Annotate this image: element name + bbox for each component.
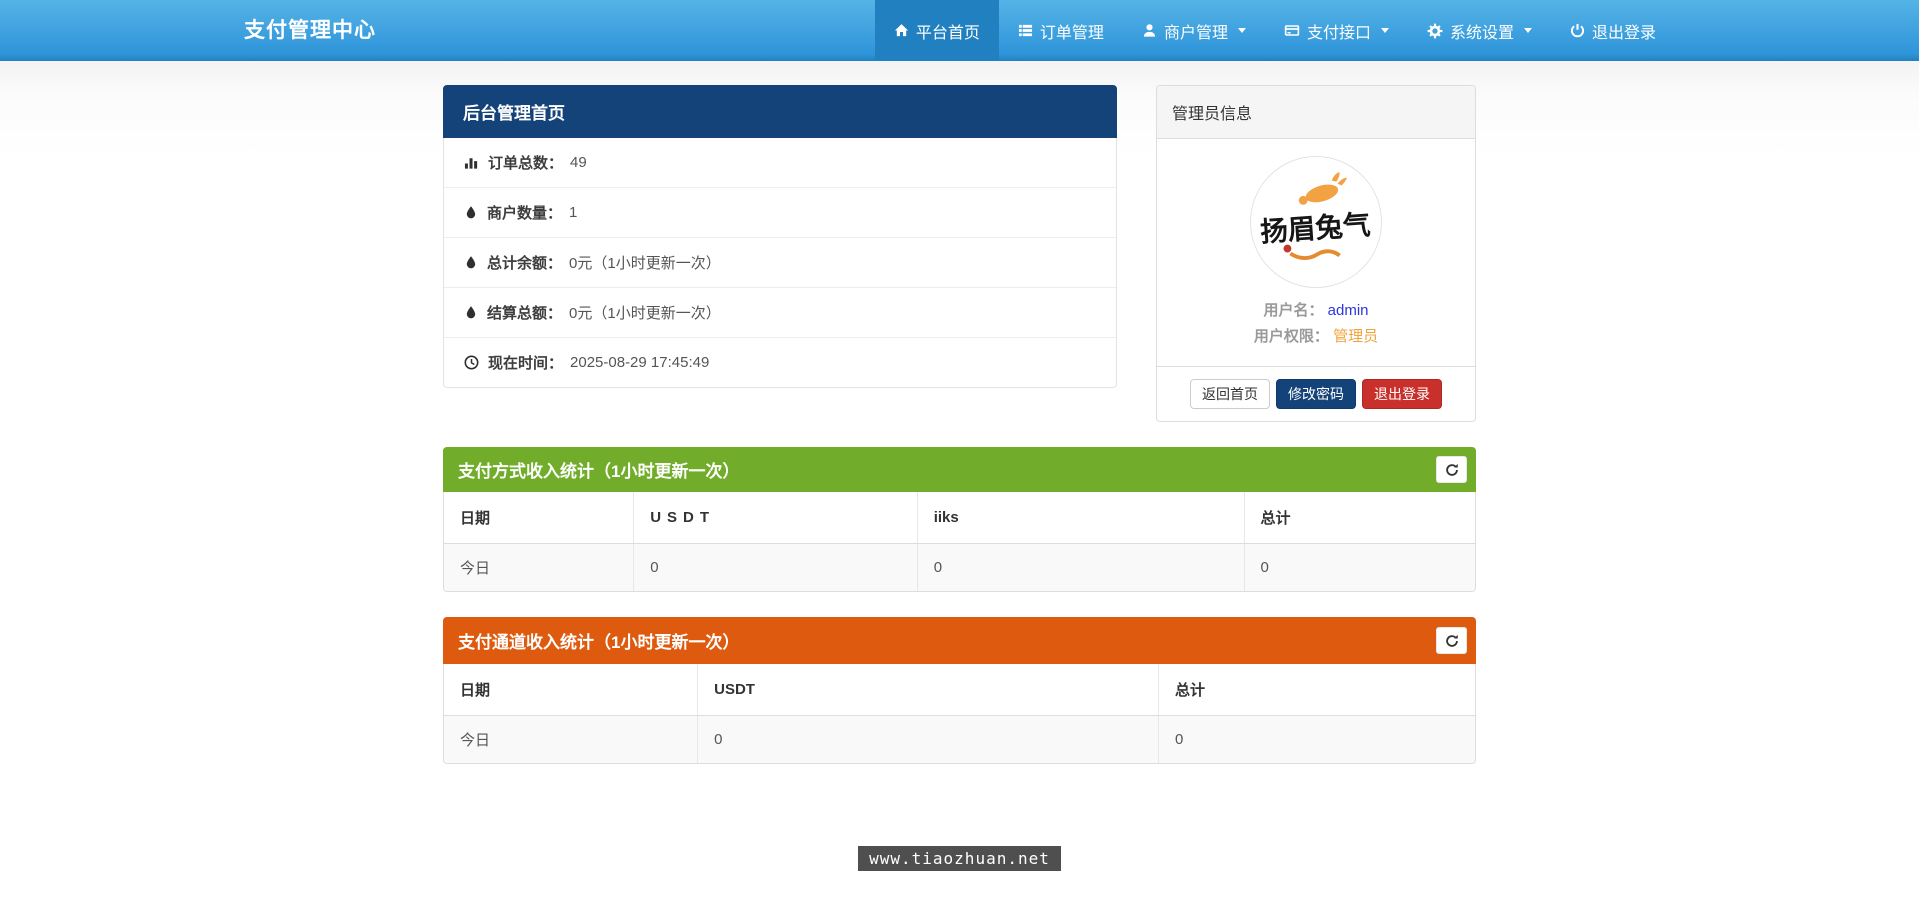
payment-channel-stats-title: 支付通道收入统计（1小时更新一次） [458,633,740,653]
column-header: 日期 [444,492,634,545]
table-cell: 今日 [444,715,698,764]
stat-value: 2025-08-29 17:45:49 [570,354,710,371]
payment-method-stats-title: 支付方式收入统计（1小时更新一次） [458,462,740,482]
navbar-inner: 支付管理中心 平台首页 订单管理 商户管理 支付接口 系统设置 退出登录 [244,0,1675,61]
column-header: iiks [916,492,1245,545]
payment-channel-stats-panel: 支付通道收入统计（1小时更新一次） 日期 USDT 总计 今日 0 0 [443,617,1476,765]
nav-item-label: 退出登录 [1591,24,1656,42]
dashboard-panel: 后台管理首页 订单总数： 49 商户数量： 1 总计余额： 0元（1小时更新一次… [443,85,1117,388]
stat-label: 总计余额： [487,255,563,272]
stat-row-settlement-total: 结算总额： 0元（1小时更新一次） [444,288,1116,338]
table-cell: 0 [633,543,918,592]
admin-info-panel: 管理员信息 扬眉兔气 用户名： admin 用户权限： 管理员 返回首页 修改密… [1156,85,1476,423]
stat-value: 0元（1小时更新一次） [569,305,721,322]
back-home-button[interactable]: 返回首页 [1190,379,1270,410]
dashboard-panel-body: 订单总数： 49 商户数量： 1 总计余额： 0元（1小时更新一次） 结算总额：… [443,138,1117,388]
nav-item-label: 商户管理 [1163,24,1228,42]
column-header: 日期 [444,664,698,717]
table-cell: 0 [916,543,1245,592]
nav-item-logout[interactable]: 退出登录 [1551,0,1675,61]
username-label: 用户名： [1263,302,1324,319]
list-icon [1018,23,1033,38]
stat-label: 结算总额： [487,305,563,322]
admin-panel-title: 管理员信息 [1157,86,1475,139]
bar-chart-icon [464,155,479,170]
payment-method-table: 日期 USDT iiks 总计 今日 0 0 0 [444,492,1475,592]
stat-value: 49 [570,154,587,171]
stat-row-total-balance: 总计余额： 0元（1小时更新一次） [444,238,1116,288]
payment-channel-stats-header: 支付通道收入统计（1小时更新一次） [443,617,1476,665]
table-header-row: 日期 USDT iiks 总计 [444,492,1475,545]
nav-item-payment-interface[interactable]: 支付接口 [1265,0,1408,61]
table-row: 今日 0 0 [444,715,1475,764]
stat-row-current-time: 现在时间： 2025-08-29 17:45:49 [444,338,1116,387]
stat-row-order-total: 订单总数： 49 [444,138,1116,188]
stat-label: 订单总数： [488,155,564,172]
admin-panel-body: 扬眉兔气 用户名： admin 用户权限： 管理员 [1157,139,1475,366]
credit-card-icon [1284,23,1300,38]
column-header: USDT [633,492,918,545]
role-value: 管理员 [1333,328,1379,345]
nav-item-merchant-management[interactable]: 商户管理 [1123,0,1265,61]
chevron-down-icon [1380,28,1389,33]
refresh-button[interactable] [1436,456,1467,484]
table-cell: 今日 [444,543,634,592]
chevron-down-icon [1523,28,1532,33]
table-cell: 0 [697,715,1159,764]
table-cell: 0 [1157,715,1475,764]
stat-value: 0元（1小时更新一次） [569,255,721,272]
stat-row-merchant-count: 商户数量： 1 [444,188,1116,238]
main-container: 后台管理首页 订单总数： 49 商户数量： 1 总计余额： 0元（1小时更新一次… [443,85,1476,872]
column-header: 总计 [1157,664,1475,717]
role-label: 用户权限： [1253,328,1329,345]
column-header: 总计 [1243,492,1475,545]
table-row: 今日 0 0 0 [444,543,1475,592]
droplet-icon [464,255,478,270]
nav-item-system-settings[interactable]: 系统设置 [1408,0,1551,61]
change-password-button[interactable]: 修改密码 [1276,379,1356,410]
refresh-button[interactable] [1436,627,1467,655]
gear-icon [1427,23,1443,39]
table-cell: 0 [1243,543,1475,592]
stat-value: 1 [569,204,578,221]
refresh-icon [1445,463,1459,477]
page-content: 后台管理首页 订单总数： 49 商户数量： 1 总计余额： 0元（1小时更新一次… [0,61,1919,919]
user-icon [1142,23,1157,38]
app-title: 支付管理中心 [244,19,376,42]
refresh-icon [1445,634,1459,648]
payment-method-table-wrap: 日期 USDT iiks 总计 今日 0 0 0 [443,492,1476,593]
username-link[interactable]: admin [1328,302,1369,319]
username-row: 用户名： admin [1157,299,1475,320]
logout-button[interactable]: 退出登录 [1362,379,1442,410]
watermark-badge: www.tiaozhuan.net [858,846,1061,872]
nav-item-label: 订单管理 [1039,24,1104,42]
payment-method-stats-header: 支付方式收入统计（1小时更新一次） [443,447,1476,493]
role-row: 用户权限： 管理员 [1157,325,1475,346]
payment-channel-table-wrap: 日期 USDT 总计 今日 0 0 [443,664,1476,765]
stat-label: 商户数量： [487,205,563,222]
main-nav: 平台首页 订单管理 商户管理 支付接口 系统设置 退出登录 [874,0,1675,61]
nav-item-platform-home[interactable]: 平台首页 [874,0,999,61]
admin-panel-footer: 返回首页 修改密码 退出登录 [1157,366,1475,421]
payment-method-stats-panel: 支付方式收入统计（1小时更新一次） 日期 USDT iiks 总计 今日 0 0… [443,447,1476,593]
nav-item-order-management[interactable]: 订单管理 [999,0,1123,61]
column-header: USDT [697,664,1159,717]
table-header-row: 日期 USDT 总计 [444,664,1475,717]
watermark-wrap: www.tiaozhuan.net [443,846,1476,872]
droplet-icon [464,305,478,320]
dashboard-panel-title: 后台管理首页 [443,85,1117,138]
stat-label: 现在时间： [488,355,564,372]
nav-item-label: 支付接口 [1306,24,1371,42]
clock-icon [464,355,479,370]
avatar: 扬眉兔气 [1250,156,1382,288]
home-icon [894,23,909,38]
payment-channel-table: 日期 USDT 总计 今日 0 0 [444,664,1475,764]
nav-item-label: 平台首页 [915,24,980,42]
power-icon [1570,23,1585,38]
droplet-icon [464,205,478,220]
chevron-down-icon [1237,28,1246,33]
top-navbar: 支付管理中心 平台首页 订单管理 商户管理 支付接口 系统设置 退出登录 [0,0,1919,61]
nav-item-label: 系统设置 [1449,24,1514,42]
